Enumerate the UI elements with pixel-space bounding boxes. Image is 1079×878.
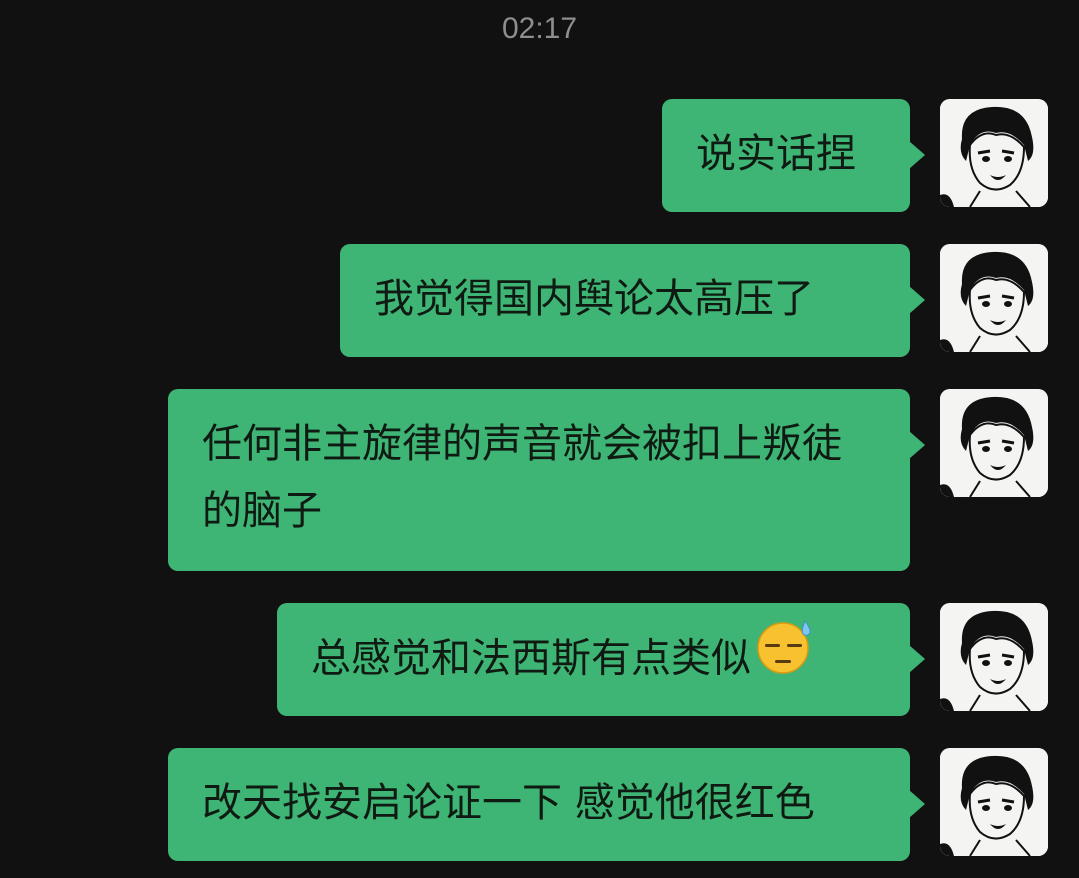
avatar[interactable] bbox=[940, 99, 1048, 207]
message-text: 我觉得国内舆论太高压了 bbox=[374, 276, 814, 322]
message-bubble[interactable]: 说实话捏 bbox=[662, 99, 925, 212]
avatar[interactable] bbox=[940, 389, 1048, 497]
manga-boy-avatar-icon bbox=[940, 748, 1048, 856]
message-row: 改天找安启论证一下 感觉他很红色 bbox=[168, 748, 1048, 861]
chat-window: 02:17 说实话捏 我觉得国内舆论太高压了 任何非主旋律的声音就会被扣上叛徒的… bbox=[0, 0, 1079, 878]
message-bubble[interactable]: 我觉得国内舆论太高压了 bbox=[340, 244, 925, 357]
message-text: 总感觉和法西斯有点类似 bbox=[311, 635, 751, 682]
downcast-face-with-sweat-icon bbox=[755, 617, 813, 696]
message-row: 我觉得国内舆论太高压了 bbox=[340, 244, 1048, 357]
message-timestamp: 02:17 bbox=[501, 12, 578, 45]
manga-boy-avatar-icon bbox=[940, 389, 1048, 497]
avatar[interactable] bbox=[940, 244, 1048, 352]
message-text: 改天找安启论证一下 感觉他很红色 bbox=[202, 780, 815, 826]
message-row: 说实话捏 bbox=[662, 99, 1048, 212]
avatar[interactable] bbox=[940, 748, 1048, 856]
message-bubble[interactable]: 改天找安启论证一下 感觉他很红色 bbox=[168, 748, 925, 861]
manga-boy-avatar-icon bbox=[940, 244, 1048, 352]
manga-boy-avatar-icon bbox=[940, 603, 1048, 711]
message-text: 任何非主旋律的声音就会被扣上叛徒的脑子 bbox=[202, 421, 842, 534]
message-row: 总感觉和法西斯有点类似 bbox=[277, 603, 1048, 716]
avatar[interactable] bbox=[940, 603, 1048, 711]
manga-boy-avatar-icon bbox=[940, 99, 1048, 207]
message-row: 任何非主旋律的声音就会被扣上叛徒的脑子 bbox=[168, 389, 1048, 571]
message-bubble[interactable]: 总感觉和法西斯有点类似 bbox=[277, 603, 925, 716]
message-text: 说实话捏 bbox=[696, 131, 856, 177]
message-bubble[interactable]: 任何非主旋律的声音就会被扣上叛徒的脑子 bbox=[168, 389, 925, 571]
